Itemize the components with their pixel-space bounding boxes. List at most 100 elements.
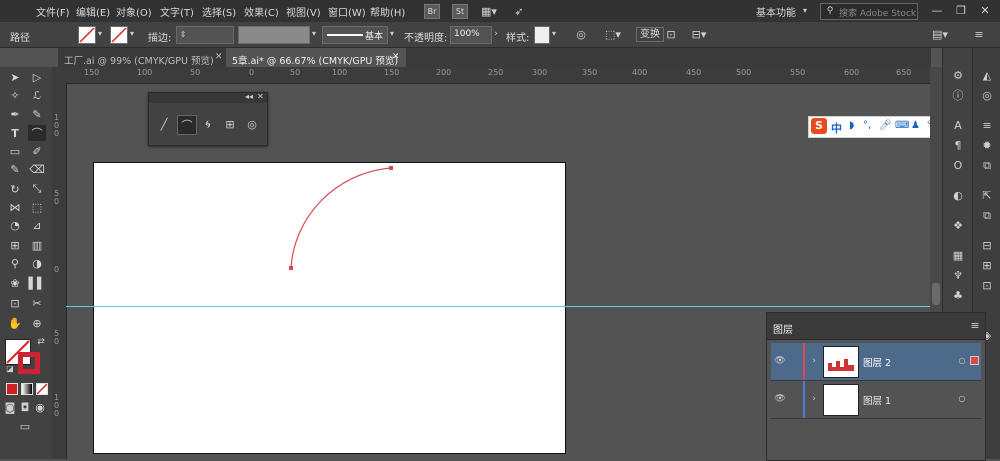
layer-row[interactable]: 👁︎ › 图层 1 ○: [771, 381, 981, 419]
ruler-origin[interactable]: [52, 67, 66, 83]
gradient-tool-icon[interactable]: ▥: [28, 237, 46, 253]
menu-window[interactable]: 窗口(W): [328, 4, 366, 19]
close-icon[interactable]: ✕: [978, 3, 992, 17]
symbol-sprayer-icon[interactable]: ❀: [6, 275, 24, 291]
chevron-down-icon[interactable]: ▾: [388, 29, 396, 39]
swatches-icon[interactable]: ▦: [950, 248, 966, 262]
chevron-down-icon[interactable]: ▾: [550, 29, 558, 39]
expand-chevron-icon[interactable]: ›: [809, 393, 819, 405]
fill-swatch[interactable]: [78, 26, 96, 44]
draw-behind-icon[interactable]: ◘: [19, 401, 31, 413]
appearance-icon[interactable]: ◐: [950, 188, 966, 202]
half-width-icon[interactable]: ◗: [849, 120, 854, 131]
align-panel-icon[interactable]: ⊟: [979, 238, 995, 252]
gpu-performance-icon[interactable]: ➶: [512, 4, 526, 18]
chevron-down-icon[interactable]: ▾: [96, 29, 104, 39]
stroke-color-box[interactable]: [18, 352, 40, 374]
width-tool-icon[interactable]: ⋈: [6, 199, 24, 215]
scroll-thumb[interactable]: [932, 283, 940, 305]
pen-tool-icon[interactable]: ✒: [6, 106, 24, 122]
target-icon[interactable]: ○: [957, 355, 967, 367]
paragraph-icon[interactable]: ¶: [950, 138, 966, 152]
draw-normal-icon[interactable]: ◙: [4, 401, 16, 413]
transform-button[interactable]: 变换: [636, 27, 664, 42]
eraser-icon[interactable]: ⌫: [28, 161, 46, 177]
horizontal-guide[interactable]: [66, 306, 930, 307]
chevron-down-icon[interactable]: ▾: [800, 5, 810, 17]
perspective-grid-icon[interactable]: ⊿: [28, 217, 46, 233]
target-icon[interactable]: ○: [957, 393, 967, 405]
stroke-panel-icon[interactable]: ≡: [979, 118, 995, 132]
layer-name[interactable]: 图层 1: [863, 393, 891, 407]
shape-builder-icon[interactable]: ◔: [6, 217, 24, 233]
expand-chevron-icon[interactable]: ›: [809, 355, 819, 367]
chevron-down-icon[interactable]: ▾: [128, 29, 136, 39]
maximize-icon[interactable]: ❐: [954, 3, 968, 17]
rectangular-grid-icon[interactable]: ⊞: [221, 115, 239, 133]
scale-tool-icon[interactable]: ⤡: [28, 181, 46, 197]
align-to-icon[interactable]: ⬚▾: [604, 27, 622, 41]
workspace-switcher[interactable]: 基本功能: [756, 4, 796, 19]
arrange-icon[interactable]: ⊟▾: [688, 27, 710, 41]
lasso-icon[interactable]: ℒ: [28, 87, 46, 103]
stock-button[interactable]: St: [452, 4, 468, 19]
stroke-swatch[interactable]: [110, 26, 128, 44]
opentype-icon[interactable]: O: [950, 158, 966, 172]
default-colors-icon[interactable]: ◪: [5, 364, 15, 374]
rotate-tool-icon[interactable]: ↻: [6, 181, 24, 197]
selection-indicator[interactable]: [970, 356, 979, 365]
artboards-icon[interactable]: ⧉: [979, 208, 995, 222]
punctuation-icon[interactable]: °,: [863, 120, 871, 131]
direct-selection-icon[interactable]: ▷: [28, 69, 46, 85]
free-transform-icon[interactable]: ⬚: [28, 199, 46, 215]
eyedropper-icon[interactable]: ⚲: [6, 255, 24, 271]
curvature-tool-icon[interactable]: ✎: [28, 106, 46, 122]
artboard-tool-icon[interactable]: ⊡: [6, 295, 24, 311]
menu-object[interactable]: 对象(O): [116, 4, 152, 19]
paintbrush-icon[interactable]: ✐: [28, 143, 46, 159]
close-icon[interactable]: ✕: [257, 92, 264, 101]
gradient-panel-icon[interactable]: ◭: [979, 68, 995, 82]
variable-width-profile[interactable]: [238, 26, 310, 44]
polar-grid-icon[interactable]: ◎: [243, 115, 261, 133]
brushes-icon[interactable]: ♆: [950, 268, 966, 282]
image-trace-icon[interactable]: ⧉: [979, 158, 995, 172]
chevron-right-icon[interactable]: ›: [492, 29, 500, 39]
line-segment-icon[interactable]: ╱: [155, 115, 173, 133]
isolate-object-icon[interactable]: ⊡: [664, 27, 678, 41]
hand-tool-icon[interactable]: ✋: [6, 315, 24, 331]
chevron-down-icon[interactable]: ▾: [310, 29, 318, 39]
export-icon[interactable]: ⇱: [979, 188, 995, 202]
menu-effect[interactable]: 效果(C): [244, 4, 279, 19]
color-guide-icon[interactable]: ❖: [950, 218, 966, 232]
panel-options-icon[interactable]: ▤▾: [930, 27, 950, 41]
stock-search-input[interactable]: ⚲ 搜索 Adobe Stock: [820, 3, 918, 20]
recolor-artwork-icon[interactable]: ◎: [574, 27, 588, 41]
character-icon[interactable]: A: [950, 118, 966, 132]
gradient-mode-icon[interactable]: [21, 383, 33, 395]
layer-name[interactable]: 图层 2: [863, 355, 891, 369]
selection-tool-icon[interactable]: ➤: [6, 69, 24, 85]
draw-inside-icon[interactable]: ◉: [34, 401, 46, 413]
artboard[interactable]: [93, 162, 566, 454]
menu-select[interactable]: 选择(S): [202, 4, 236, 19]
blend-tool-icon[interactable]: ◑: [28, 255, 46, 271]
slice-tool-icon[interactable]: ✂: [28, 295, 46, 311]
opacity-field[interactable]: 100%: [450, 26, 492, 44]
close-icon[interactable]: ✕: [215, 52, 223, 62]
minimize-icon[interactable]: —: [930, 3, 944, 17]
menu-type[interactable]: 文字(T): [160, 4, 194, 19]
visibility-eye-icon[interactable]: 👁︎: [773, 355, 787, 367]
symbols-icon[interactable]: ♣: [950, 288, 966, 302]
close-icon[interactable]: ✕: [392, 52, 400, 62]
bridge-button[interactable]: Br: [424, 4, 440, 19]
screen-mode-icon[interactable]: ▭: [16, 419, 34, 433]
arrange-documents-icon[interactable]: ▦▾: [478, 4, 500, 18]
color-panel-icon[interactable]: ✹: [979, 138, 995, 152]
arc-path[interactable]: [94, 163, 565, 453]
type-tool-icon[interactable]: T: [6, 125, 24, 141]
brush-definition[interactable]: 基本: [322, 26, 388, 44]
ime-mode[interactable]: 中: [831, 120, 842, 136]
spiral-icon[interactable]: 🌀︎: [199, 115, 217, 133]
shaper-tool-icon[interactable]: ✎: [6, 161, 24, 177]
